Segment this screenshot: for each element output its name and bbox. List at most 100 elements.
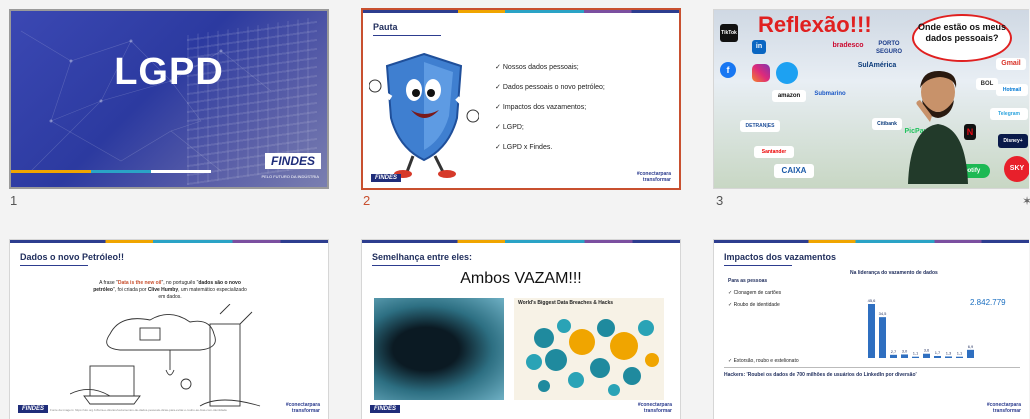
bar (923, 353, 930, 358)
slide-sorter-grid: LGPD FINDES PELO FUTURO DA INDÚSTRIA 1 P… (0, 0, 1030, 419)
linkedin-logo: in (752, 40, 766, 54)
thought-cloud: Onde estão os meus dados pessoais? (912, 14, 1012, 62)
leak-chart: Na liderança do vazamento de dados 2.842… (850, 270, 1020, 370)
sky-logo: SKY (1004, 156, 1029, 182)
bar (879, 317, 886, 358)
list-item-text: Clonagem de cartões (733, 290, 782, 296)
divider (724, 367, 1020, 368)
slide-title: Semelhança entre eles: (372, 252, 473, 262)
hashtag-label: #conectarpara transformar (286, 402, 320, 414)
tiktok-logo: TikTok (720, 24, 738, 42)
submarino-logo: Submarino (814, 91, 846, 97)
bradesco-logo: bradesco (832, 42, 864, 49)
hashtag-line-2: transformar (643, 408, 672, 414)
slide-topbar (714, 240, 1029, 243)
bar (967, 349, 974, 358)
transition-star-icon[interactable]: ✶ (1022, 194, 1030, 208)
chart-title: Na liderança do vazamento de dados (850, 270, 938, 276)
list-item: ✓ Roubo de identidade (728, 302, 780, 308)
hashtag-label: #conectarpara transformar (637, 171, 671, 183)
title-underline (724, 265, 792, 266)
list-item-text: Extorsão, roubo e estelionato (733, 358, 799, 364)
bar-label: 34,5 (879, 311, 888, 316)
slide-topbar (10, 240, 328, 243)
bar-label: 3,0 (902, 348, 908, 353)
bullet-item: Nossos dados pessoais; (495, 58, 605, 78)
slide-number-1: 1 (10, 193, 18, 208)
oil-pump-data-illustration (70, 304, 261, 407)
porto-seguro-logo: PORTO SEGURO (875, 41, 902, 55)
highlight-value: 2.842.779 (970, 298, 1006, 307)
slide-thumbnail-3[interactable]: Reflexão!!! Onde estão os meus dados pes… (713, 9, 1029, 189)
news-headline: Hackers: 'Roubei os dados de 700 milhões… (724, 372, 917, 378)
infographic-title: World's Biggest Data Breaches & Hacks (518, 300, 614, 306)
detran-logo: DETRAN|ES (740, 120, 780, 132)
bubble-chart-image (526, 319, 659, 396)
sulamerica-logo: SulAmérica (857, 62, 897, 69)
slide-topbar (363, 10, 679, 13)
headline: Ambos VAZAM!!! (460, 270, 582, 287)
bullet-item: Impactos dos vazamentos; (495, 98, 605, 118)
quote-author: Clive Humby (147, 287, 179, 293)
twitter-icon (776, 62, 798, 84)
quote-part: ", foi criada por (112, 287, 148, 293)
quote-part: ", no português " (161, 280, 199, 286)
findes-logo: FINDES (264, 153, 321, 169)
instagram-icon (752, 64, 770, 82)
facebook-icon: f (720, 62, 736, 78)
slide-number-2: 2 (363, 193, 371, 208)
findes-tagline: PELO FUTURO DA INDÚSTRIA (261, 174, 319, 179)
slide-number-3: 3 (716, 193, 724, 208)
quote-highlight: Data is the new oil (117, 280, 162, 286)
hashtag-label: #conectarpara transformar (638, 402, 672, 414)
slide-thumbnail-1[interactable]: LGPD FINDES PELO FUTURO DA INDÚSTRIA (9, 9, 329, 189)
section-heading: Para as pessoas (728, 278, 768, 284)
telegram-logo: Telegram (990, 108, 1028, 120)
bar-label: 2,7 (891, 349, 897, 354)
list-item: ✓ Clonagem de cartões (728, 290, 782, 296)
disney-plus-logo: Disney+ (998, 134, 1028, 148)
slide-title: Impactos dos vazamentos (724, 252, 837, 262)
bar-label: 1,1 (957, 351, 963, 356)
slide-title: Reflexão!!! (758, 12, 872, 37)
bar (945, 356, 952, 358)
bar (912, 356, 919, 358)
title-underline (20, 265, 88, 266)
amazon-logo: amazon (772, 90, 806, 102)
bar-label: 1,7 (935, 350, 941, 355)
bullet-item: LGPD x Findes. (495, 138, 605, 158)
hashtag-label: #conectarpara transformar (987, 402, 1021, 414)
slide-thumbnail-5[interactable]: Semelhança entre eles: Ambos VAZAM!!! Wo… (361, 239, 681, 419)
bar-label: 3,6 (924, 348, 930, 353)
slide-title: LGPD (114, 51, 224, 93)
quote-text: A frase "Data is the new oil", no portug… (90, 280, 250, 301)
title-underline (372, 265, 440, 266)
slide-title: Pauta (373, 22, 398, 32)
list-item: ✓ Extorsão, roubo e estelionato (728, 358, 799, 364)
quote-part: A frase " (99, 280, 118, 286)
bar-label: 1,3 (946, 350, 952, 355)
caixa-logo: CAIXA (774, 164, 814, 178)
bol-logo: BOL (976, 78, 998, 90)
slide-thumbnail-6[interactable]: Impactos dos vazamentos Para as pessoas … (713, 239, 1029, 419)
thinking-man-image (908, 70, 968, 184)
slide-thumbnail-4[interactable]: Dados o novo Petróleo!! A frase "Data is… (9, 239, 329, 419)
breaches-infographic: World's Biggest Data Breaches & Hacks (514, 298, 664, 400)
hashtag-line-2: transformar (992, 408, 1021, 414)
title-underline (373, 35, 441, 36)
bar (901, 354, 908, 358)
brand-stripe (11, 170, 211, 173)
image-source: Fonte da imagem: https://ulo.org.br/feir… (50, 408, 227, 412)
list-item-text: Roubo de identidade (733, 302, 780, 308)
citibank-logo: Citibank (872, 118, 902, 130)
bullet-list: Nossos dados pessoais; Dados pessoais o … (495, 58, 605, 158)
findes-logo: FINDES (371, 174, 402, 182)
bar-label: 1,1 (913, 351, 919, 356)
hashtag-line-2: transformar (642, 177, 671, 183)
hotmail-logo: Hotmail (996, 84, 1028, 96)
bullet-item: LGPD; (495, 118, 605, 138)
findes-logo: FINDES (370, 405, 401, 413)
slide-thumbnail-2[interactable]: Pauta Nossos dados pessoais; Dados pesso… (361, 8, 681, 190)
bar (934, 355, 941, 358)
bullet-item: Dados pessoais o novo petróleo; (495, 78, 605, 98)
